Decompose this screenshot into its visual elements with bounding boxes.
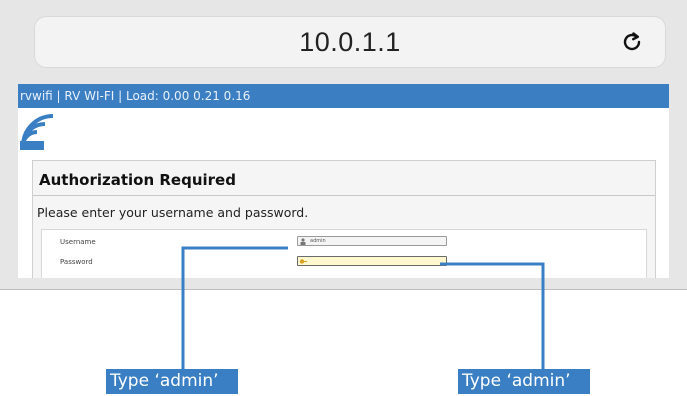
rv-wifi-logo [20,112,60,150]
reload-icon[interactable] [618,28,646,56]
username-label: Username [60,238,96,246]
password-field[interactable] [297,256,447,266]
browser-window: 10.0.1.1 rvwifi | RV WI-FI | Load: 0.00 … [0,0,687,290]
authorization-panel: Authorization Required Please enter your… [32,160,656,278]
password-callout-label: Type ‘admin’ [458,369,590,394]
auth-divider [33,195,655,196]
address-bar[interactable]: 10.0.1.1 [34,16,666,68]
url-text[interactable]: 10.0.1.1 [34,16,666,68]
login-fields: Username Password [41,229,647,278]
screenshot-stage: 10.0.1.1 rvwifi | RV WI-FI | Load: 0.00 … [0,0,687,396]
auth-description: Please enter your username and password. [37,205,309,220]
username-field[interactable] [297,236,447,246]
router-status-bar: rvwifi | RV WI-FI | Load: 0.00 0.21 0.16 [18,84,669,108]
username-callout-label: Type ‘admin’ [106,369,238,394]
password-label: Password [60,258,93,266]
auth-title: Authorization Required [39,171,236,189]
web-page: rvwifi | RV WI-FI | Load: 0.00 0.21 0.16… [18,84,669,278]
